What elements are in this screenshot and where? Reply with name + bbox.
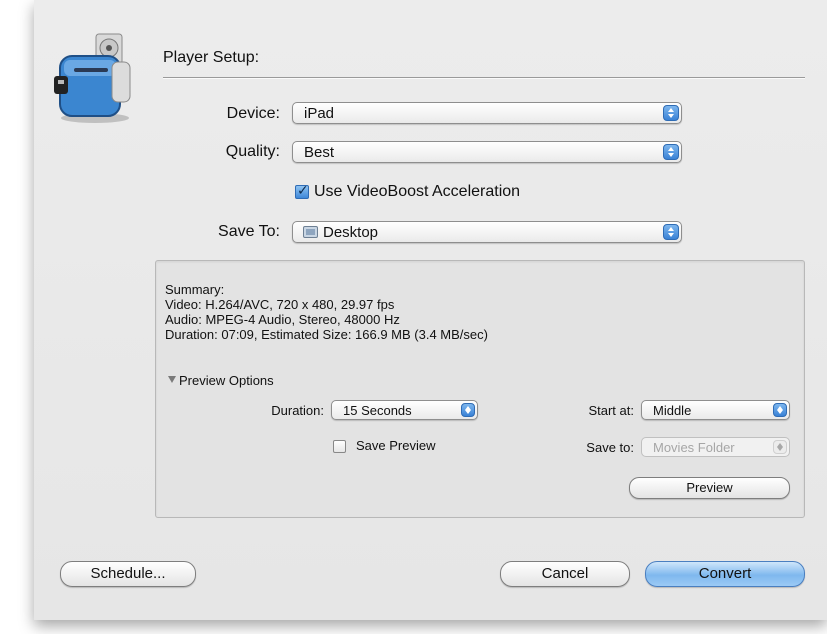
popup-arrows-icon — [773, 403, 787, 417]
save-to-popup[interactable]: Desktop — [292, 221, 682, 243]
preview-save-to-value: Movies Folder — [653, 440, 735, 455]
summary-video: Video: H.264/AVC, 720 x 480, 29.97 fps — [165, 297, 395, 312]
toaster-app-icon — [54, 33, 131, 123]
start-at-label: Start at: — [588, 403, 634, 418]
preview-duration-label: Duration: — [271, 403, 324, 418]
save-to-value: Desktop — [323, 224, 379, 241]
quality-label: Quality: — [225, 143, 280, 160]
preview-save-to-label: Save to: — [586, 440, 634, 455]
preview-button[interactable]: Preview — [629, 477, 790, 499]
preview-duration-value: 15 Seconds — [343, 403, 412, 418]
videoboost-label[interactable]: Use VideoBoost Acceleration — [314, 183, 520, 201]
preview-options-disclosure[interactable]: Preview Options — [168, 373, 274, 388]
summary-audio: Audio: MPEG-4 Audio, Stereo, 48000 Hz — [165, 312, 400, 327]
popup-arrows-icon — [461, 403, 475, 417]
save-to-label: Save To: — [218, 223, 280, 240]
section-title: Player Setup: — [163, 49, 260, 66]
convert-button[interactable]: Convert — [645, 561, 805, 587]
start-at-value: Middle — [653, 403, 692, 418]
start-at-popup[interactable]: Middle — [641, 400, 790, 420]
popup-arrows-icon — [663, 144, 679, 160]
disclosure-triangle-icon — [168, 376, 176, 383]
quality-popup[interactable]: Best — [292, 141, 682, 163]
summary-duration: Duration: 07:09, Estimated Size: 166.9 M… — [165, 327, 488, 342]
device-label: Device: — [226, 105, 280, 122]
cancel-button[interactable]: Cancel — [500, 561, 630, 587]
device-value: iPad — [304, 105, 335, 122]
preview-duration-popup[interactable]: 15 Seconds — [331, 400, 478, 420]
save-preview-checkbox[interactable] — [333, 440, 346, 453]
preview-save-to-popup[interactable]: Movies Folder — [641, 437, 790, 457]
title-divider — [163, 77, 805, 79]
popup-arrows-icon — [663, 105, 679, 121]
preview-options-label: Preview Options — [179, 373, 274, 388]
folder-icon — [303, 226, 318, 238]
popup-arrows-icon — [773, 440, 787, 454]
videoboost-checkbox[interactable]: ✓ — [295, 182, 309, 199]
quality-value: Best — [304, 144, 335, 161]
schedule-button[interactable]: Schedule... — [60, 561, 196, 587]
checkmark-icon: ✓ — [297, 182, 309, 198]
save-preview-label[interactable]: Save Preview — [356, 438, 435, 453]
summary-heading: Summary: — [165, 282, 225, 297]
device-popup[interactable]: iPad — [292, 102, 682, 124]
popup-arrows-icon — [663, 224, 679, 240]
summary-block: Summary: Video: H.264/AVC, 720 x 480, 29… — [165, 282, 488, 342]
